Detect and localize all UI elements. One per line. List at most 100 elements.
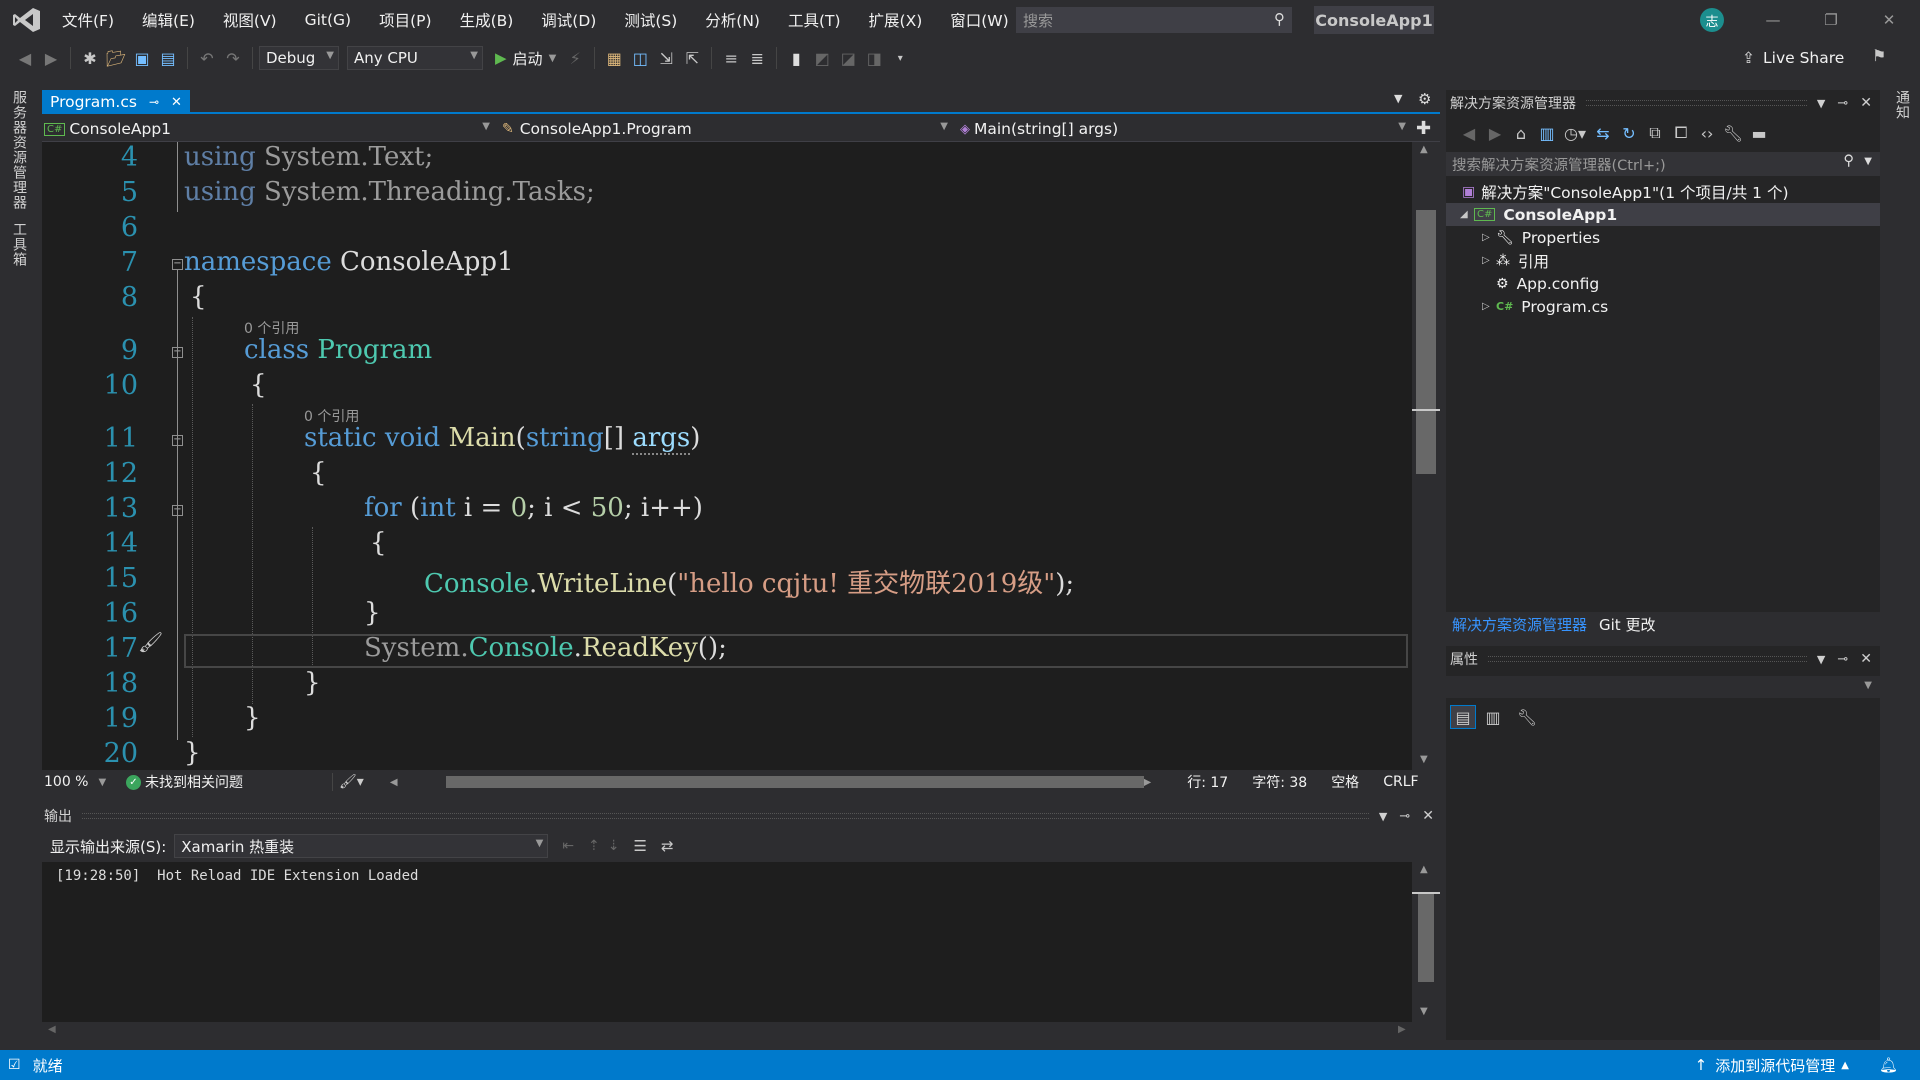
new-project-icon[interactable]: ✱ xyxy=(77,45,103,71)
expanded-icon[interactable]: ◢ xyxy=(1460,209,1474,220)
tab-program-cs[interactable]: Program.cs ⊸ ✕ xyxy=(42,90,190,114)
visual-studio-logo-icon[interactable] xyxy=(12,6,42,34)
show-all-files-icon[interactable]: ⧠ xyxy=(1668,123,1694,143)
save-icon[interactable]: ▣ xyxy=(129,45,155,71)
editor-horizontal-scroll-thumb[interactable] xyxy=(446,776,1144,788)
zoom-select[interactable]: 100 % ▼ xyxy=(42,774,116,790)
feedback-icon[interactable]: ⚑ xyxy=(1872,46,1886,65)
menu-view[interactable]: 视图(V) xyxy=(209,0,291,40)
preview-icon[interactable]: ▬ xyxy=(1746,124,1772,143)
health-brush-icon[interactable]: 🖌︎▾ xyxy=(339,774,364,790)
tree-item-app-config[interactable]: ⚙ App.config xyxy=(1496,272,1599,295)
step-into-icon[interactable]: ⇲ xyxy=(653,45,679,71)
scroll-up-icon[interactable]: ▲ xyxy=(1420,144,1428,155)
gear-icon[interactable]: ⚙ xyxy=(1418,90,1431,108)
next-bookmark-icon[interactable]: ◪ xyxy=(835,45,861,71)
undo-icon[interactable]: ↶ xyxy=(194,45,220,71)
chevron-down-icon[interactable]: ▼ xyxy=(1864,156,1872,167)
pin-icon[interactable]: ⊸ xyxy=(149,95,159,109)
collapsed-icon[interactable]: ▷ xyxy=(1482,232,1496,243)
output-horizontal-scrollbar[interactable]: ◀ ▶ xyxy=(42,1022,1440,1040)
menu-tools[interactable]: 工具(T) xyxy=(774,0,855,40)
tab-solution-explorer[interactable]: 解决方案资源管理器 xyxy=(1446,612,1593,636)
tree-item-program-cs[interactable]: ▷ C# Program.cs xyxy=(1482,295,1608,318)
solution-platform-select[interactable]: Any CPU ▼ xyxy=(347,46,483,70)
clear-bookmarks-icon[interactable]: ◨ xyxy=(861,45,887,71)
menu-edit[interactable]: 编辑(E) xyxy=(128,0,209,40)
chevron-down-icon[interactable]: ▼ xyxy=(1817,97,1825,110)
chevron-down-icon[interactable]: ▼ xyxy=(1817,653,1825,666)
menu-debug[interactable]: 调试(D) xyxy=(527,0,610,40)
navigate-forward-icon[interactable]: ▶ xyxy=(38,45,64,71)
member-dropdown[interactable]: ◈ Main(string[] args) ▼ xyxy=(960,118,1410,140)
quick-actions-brush-icon[interactable]: 🖌︎ xyxy=(138,630,163,654)
minimize-button[interactable]: — xyxy=(1744,0,1802,40)
properties-wrench-icon[interactable]: 🔧︎ xyxy=(1720,124,1746,143)
whitespace-indicator[interactable]: 空格 xyxy=(1331,772,1359,792)
pin-icon[interactable]: ⊸ xyxy=(1837,96,1848,111)
add-to-source-control-button[interactable]: ↑ 添加到源代码管理 ▲ xyxy=(1695,1055,1849,1076)
solution-configuration-select[interactable]: Debug ▼ xyxy=(259,46,339,70)
tree-item-solution[interactable]: ▣ 解决方案"ConsoleApp1"(1 个项目/共 1 个) xyxy=(1462,180,1789,203)
forward-icon[interactable]: ▶ xyxy=(1482,124,1508,143)
notification-bell-icon[interactable]: 🔔︎ xyxy=(1879,1056,1898,1074)
output-source-select[interactable]: Xamarin 热重装 ▼ xyxy=(174,834,549,858)
tree-item-references[interactable]: ▷ ⁂ 引用 xyxy=(1482,249,1549,272)
output-scroll-thumb[interactable] xyxy=(1418,894,1434,982)
scroll-up-icon[interactable]: ▲ xyxy=(1420,864,1428,875)
collapse-all-icon[interactable]: ⧉ xyxy=(1642,123,1668,143)
menu-test[interactable]: 测试(S) xyxy=(610,0,691,40)
char-indicator[interactable]: 字符: 38 xyxy=(1252,772,1307,792)
save-all-icon[interactable]: ▤ xyxy=(155,45,181,71)
search-icon[interactable]: ⚲ xyxy=(1274,10,1285,28)
issues-indicator[interactable]: ✓ 未找到相关问题 xyxy=(126,772,326,792)
collapsed-icon[interactable]: ▷ xyxy=(1482,301,1496,312)
chevron-down-icon[interactable]: ▼ xyxy=(1379,810,1387,823)
solution-explorer-icon[interactable]: ▦ xyxy=(601,45,627,71)
search-icon[interactable]: ⚲ xyxy=(1843,153,1854,169)
switch-views-icon[interactable]: ▥ xyxy=(1534,124,1560,143)
menu-git[interactable]: Git(G) xyxy=(291,0,366,40)
notifications-tab[interactable]: 通知 xyxy=(1892,90,1912,120)
pin-icon[interactable]: ⊸ xyxy=(1399,809,1410,824)
pin-icon[interactable]: ⊸ xyxy=(1837,652,1848,667)
line-indicator[interactable]: 行: 17 xyxy=(1187,772,1228,792)
tab-git-changes[interactable]: Git 更改 xyxy=(1593,612,1661,636)
step-over-icon[interactable]: ⇱ xyxy=(679,45,705,71)
home-icon[interactable]: ⌂ xyxy=(1508,124,1534,143)
previous-message-icon[interactable]: ⇡ xyxy=(588,838,600,854)
alphabetical-icon[interactable]: ▥ xyxy=(1480,708,1506,727)
scroll-left-icon[interactable]: ◀ xyxy=(390,777,398,788)
view-code-icon[interactable]: ‹› xyxy=(1694,124,1720,143)
split-window-icon[interactable]: ✚ xyxy=(1416,118,1431,139)
live-share-button[interactable]: ⇪ Live Share xyxy=(1742,46,1844,70)
property-pages-icon[interactable]: 🔧︎ xyxy=(1514,708,1540,727)
collapsed-icon[interactable]: ▷ xyxy=(1482,255,1496,266)
close-icon[interactable]: ✕ xyxy=(1860,95,1872,111)
scroll-right-icon[interactable]: ▶ xyxy=(1144,777,1152,788)
scroll-right-icon[interactable]: ▶ xyxy=(1398,1024,1406,1035)
pending-changes-filter-icon[interactable]: ◷▾ xyxy=(1560,124,1590,143)
menu-build[interactable]: 生成(B) xyxy=(446,0,528,40)
menu-window[interactable]: 窗口(W) xyxy=(936,0,1022,40)
refresh-icon[interactable]: ↻ xyxy=(1616,124,1642,143)
previous-bookmark-icon[interactable]: ◩ xyxy=(809,45,835,71)
close-window-button[interactable]: ✕ xyxy=(1860,0,1918,40)
go-to-location-icon[interactable]: ⇤ xyxy=(562,838,574,854)
class-dropdown[interactable]: ✎ ConsoleApp1.Program ▼ xyxy=(502,118,952,140)
bookmark-icon[interactable]: ▮ xyxy=(783,45,809,71)
toolbar-options-icon[interactable]: ▾ xyxy=(887,45,913,71)
tree-item-properties[interactable]: ▷ 🔧︎ Properties xyxy=(1482,226,1600,249)
project-dropdown[interactable]: C# ConsoleApp1 ▼ xyxy=(44,118,494,140)
restore-button[interactable]: ❐ xyxy=(1802,0,1860,40)
categorized-icon[interactable]: ▤ xyxy=(1450,705,1476,729)
tab-list-chevron-icon[interactable]: ▼ xyxy=(1394,92,1402,105)
sync-icon[interactable]: ⇆ xyxy=(1590,124,1616,143)
open-file-icon[interactable]: 📂︎ xyxy=(103,45,129,71)
uncomment-icon[interactable]: ≣ xyxy=(744,45,770,71)
menu-project[interactable]: 项目(P) xyxy=(365,0,445,40)
navigate-back-icon[interactable]: ◀ xyxy=(12,45,38,71)
code-editor[interactable]: 4 5 6 7 8 9 10 11 12 13 14 15 16 17 18 1… xyxy=(42,142,1412,770)
back-icon[interactable]: ◀ xyxy=(1456,124,1482,143)
scroll-left-icon[interactable]: ◀ xyxy=(48,1024,56,1035)
